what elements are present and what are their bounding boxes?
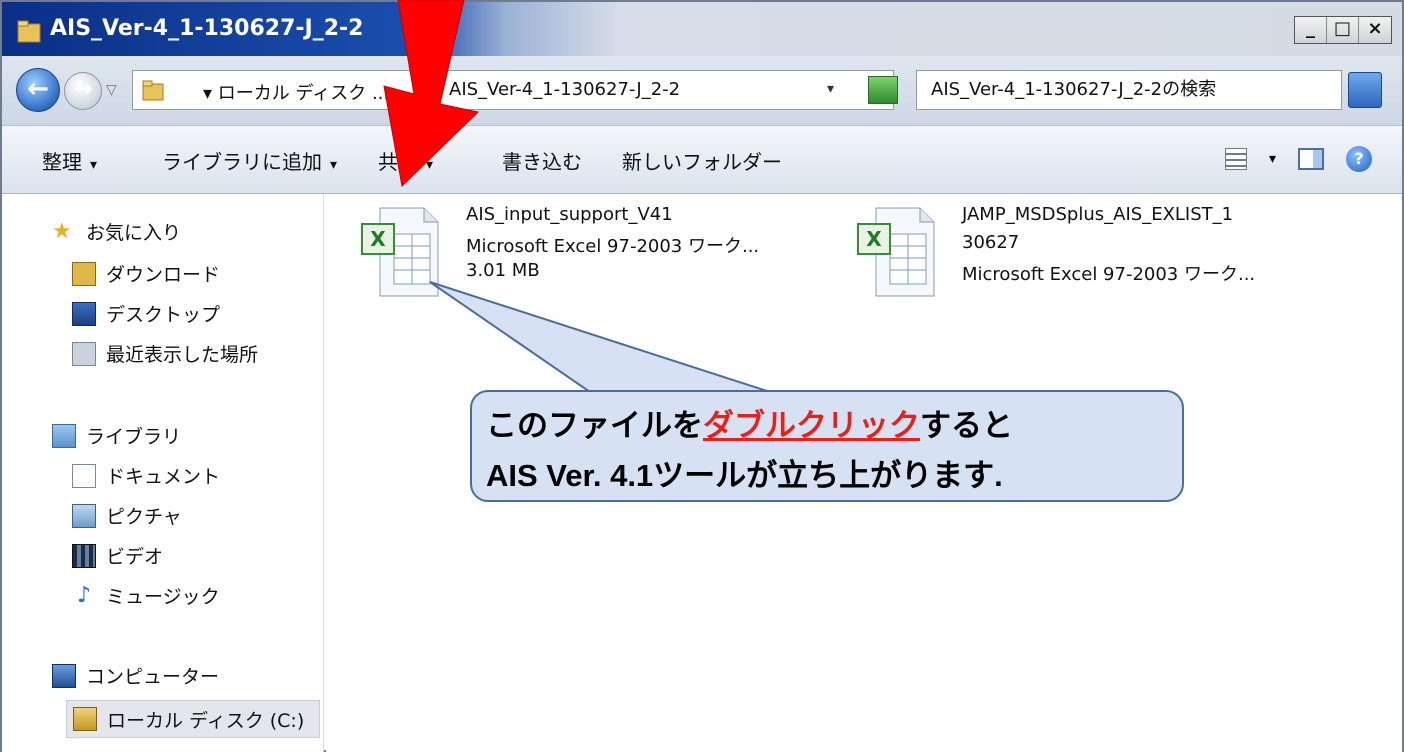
view-controls: ▾ ?	[1224, 146, 1372, 172]
nav-computer[interactable]: コンピューター	[52, 662, 219, 689]
share-menu[interactable]: 共有 ▾	[378, 146, 433, 175]
organize-menu[interactable]: 整理 ▾	[42, 146, 97, 175]
callout-text: このファイルを	[486, 408, 703, 443]
nav-label: ビデオ	[106, 546, 164, 568]
add-to-library-label: ライブラリに追加	[162, 150, 322, 174]
file-item[interactable]: X JAMP_MSDSplus_AIS_EXLIST_1 30627 Micro…	[854, 204, 1334, 314]
nav-label: デスクトップ	[106, 304, 221, 326]
library-icon	[52, 423, 76, 448]
nav-label: ダウンロード	[106, 264, 221, 286]
organize-label: 整理	[42, 150, 82, 174]
recent-places-icon	[72, 341, 96, 366]
svg-text:X: X	[866, 227, 882, 251]
nav-label: ドキュメント	[106, 466, 221, 488]
file-item[interactable]: X AIS_input_support_V41 Microsoft Excel …	[358, 204, 818, 314]
nav-documents[interactable]: ドキュメント	[72, 462, 220, 489]
nav-label: ピクチャ	[106, 506, 182, 528]
burn-button[interactable]: 書き込む	[502, 146, 582, 175]
close-button[interactable]: ×	[1359, 17, 1391, 43]
title-bar[interactable]: AIS_Ver-4_1-130627-J_2-2 _ □ ×	[2, 2, 1402, 56]
file-type: Microsoft Excel 97-2003 ワーク...	[962, 264, 1256, 285]
window-controls: _ □ ×	[1294, 16, 1392, 44]
instruction-callout: このファイルをダブルクリックすると AIS Ver. 4.1ツールが立ち上がりま…	[470, 390, 1184, 502]
file-name-continued: 30627	[962, 232, 1020, 253]
computer-icon	[52, 663, 76, 688]
desktop-icon	[72, 301, 96, 326]
nav-label: ミュージック	[106, 586, 220, 608]
callout-line-1: このファイルをダブルクリックすると	[486, 400, 1013, 445]
nav-label: お気に入り	[86, 222, 182, 244]
preview-pane-icon[interactable]	[1298, 148, 1324, 170]
nav-label: コンピューター	[86, 666, 220, 688]
add-to-library-menu[interactable]: ライブラリに追加 ▾	[162, 146, 337, 175]
file-name: AIS_input_support_V41	[466, 204, 673, 225]
address-bar[interactable]: ▾ ローカル ディスク ... AIS_Ver-4_1-130627-J_2-2…	[132, 70, 894, 110]
share-label: 共有	[378, 150, 418, 174]
back-button[interactable]: ←	[16, 68, 60, 112]
nav-label: ライブラリ	[86, 426, 182, 448]
maximize-button[interactable]: □	[1327, 17, 1359, 43]
new-folder-button[interactable]: 新しいフォルダー	[622, 146, 782, 175]
address-row: ← → ▽ ▾ ローカル ディスク ... AIS_Ver-4_1-130627…	[2, 56, 1402, 126]
breadcrumb-local-disk[interactable]: ▾ ローカル ディスク ...	[203, 79, 389, 105]
star-icon: ★	[52, 218, 72, 244]
chevron-down-icon: ▾	[90, 157, 98, 173]
window-title: AIS_Ver-4_1-130627-J_2-2	[50, 16, 364, 41]
recent-pages-dropdown[interactable]: ▽	[106, 82, 117, 98]
document-icon	[72, 463, 96, 488]
forward-button[interactable]: →	[64, 72, 102, 110]
breadcrumb-current-folder[interactable]: AIS_Ver-4_1-130627-J_2-2	[449, 79, 680, 100]
command-bar: 整理 ▾ ライブラリに追加 ▾ 共有 ▾ 書き込む 新しいフォルダー ▾ ?	[2, 126, 1402, 194]
picture-icon	[72, 503, 96, 528]
download-icon	[72, 261, 96, 286]
search-icon[interactable]	[1348, 72, 1382, 108]
navigation-pane: ★ お気に入り ダウンロード デスクトップ 最近表示した場所 ライブラリ ドキュ…	[2, 194, 324, 752]
file-type: Microsoft Excel 97-2003 ワーク...	[466, 236, 760, 257]
view-options-icon[interactable]	[1224, 148, 1247, 170]
folder-icon	[17, 20, 41, 43]
address-dropdown-icon[interactable]: ▾	[827, 81, 834, 97]
video-icon	[72, 543, 96, 568]
minimize-button[interactable]: _	[1295, 17, 1327, 43]
nav-downloads[interactable]: ダウンロード	[72, 260, 220, 287]
drive-icon	[73, 707, 97, 731]
refresh-button[interactable]	[868, 76, 898, 104]
help-icon[interactable]: ?	[1346, 146, 1372, 172]
nav-local-disk-c[interactable]: ローカル ディスク (C:)	[66, 700, 320, 738]
folder-icon	[142, 80, 164, 101]
search-input[interactable]: AIS_Ver-4_1-130627-J_2-2の検索	[916, 70, 1342, 110]
nav-label: 最近表示した場所	[106, 344, 259, 366]
nav-desktop[interactable]: デスクトップ	[72, 300, 220, 327]
music-icon: ♪	[76, 582, 92, 608]
chevron-down-icon: ▾	[330, 157, 338, 173]
nav-favorites[interactable]: ★ お気に入り	[52, 218, 181, 245]
nav-label: ローカル ディスク (C:)	[107, 709, 305, 732]
nav-videos[interactable]: ビデオ	[72, 542, 163, 569]
file-name: JAMP_MSDSplus_AIS_EXLIST_1	[962, 204, 1234, 225]
callout-text: すると	[920, 408, 1013, 443]
svg-text:X: X	[370, 227, 386, 251]
excel-icon: X	[361, 207, 439, 297]
nav-recent-places[interactable]: 最近表示した場所	[72, 340, 258, 367]
callout-line-2: AIS Ver. 4.1ツールが立ち上がります.	[486, 458, 1003, 493]
nav-libraries[interactable]: ライブラリ	[52, 422, 181, 449]
nav-pictures[interactable]: ピクチャ	[72, 502, 182, 529]
file-size: 3.01 MB	[466, 260, 540, 281]
excel-icon: X	[857, 207, 935, 297]
chevron-down-icon[interactable]: ▾	[1269, 151, 1276, 167]
nav-music[interactable]: ♪ ミュージック	[72, 582, 220, 609]
explorer-window: AIS_Ver-4_1-130627-J_2-2 _ □ × ← → ▽ ▾ ロ…	[0, 0, 1404, 752]
callout-emphasis: ダブルクリック	[703, 408, 920, 443]
chevron-down-icon: ▾	[426, 157, 434, 173]
